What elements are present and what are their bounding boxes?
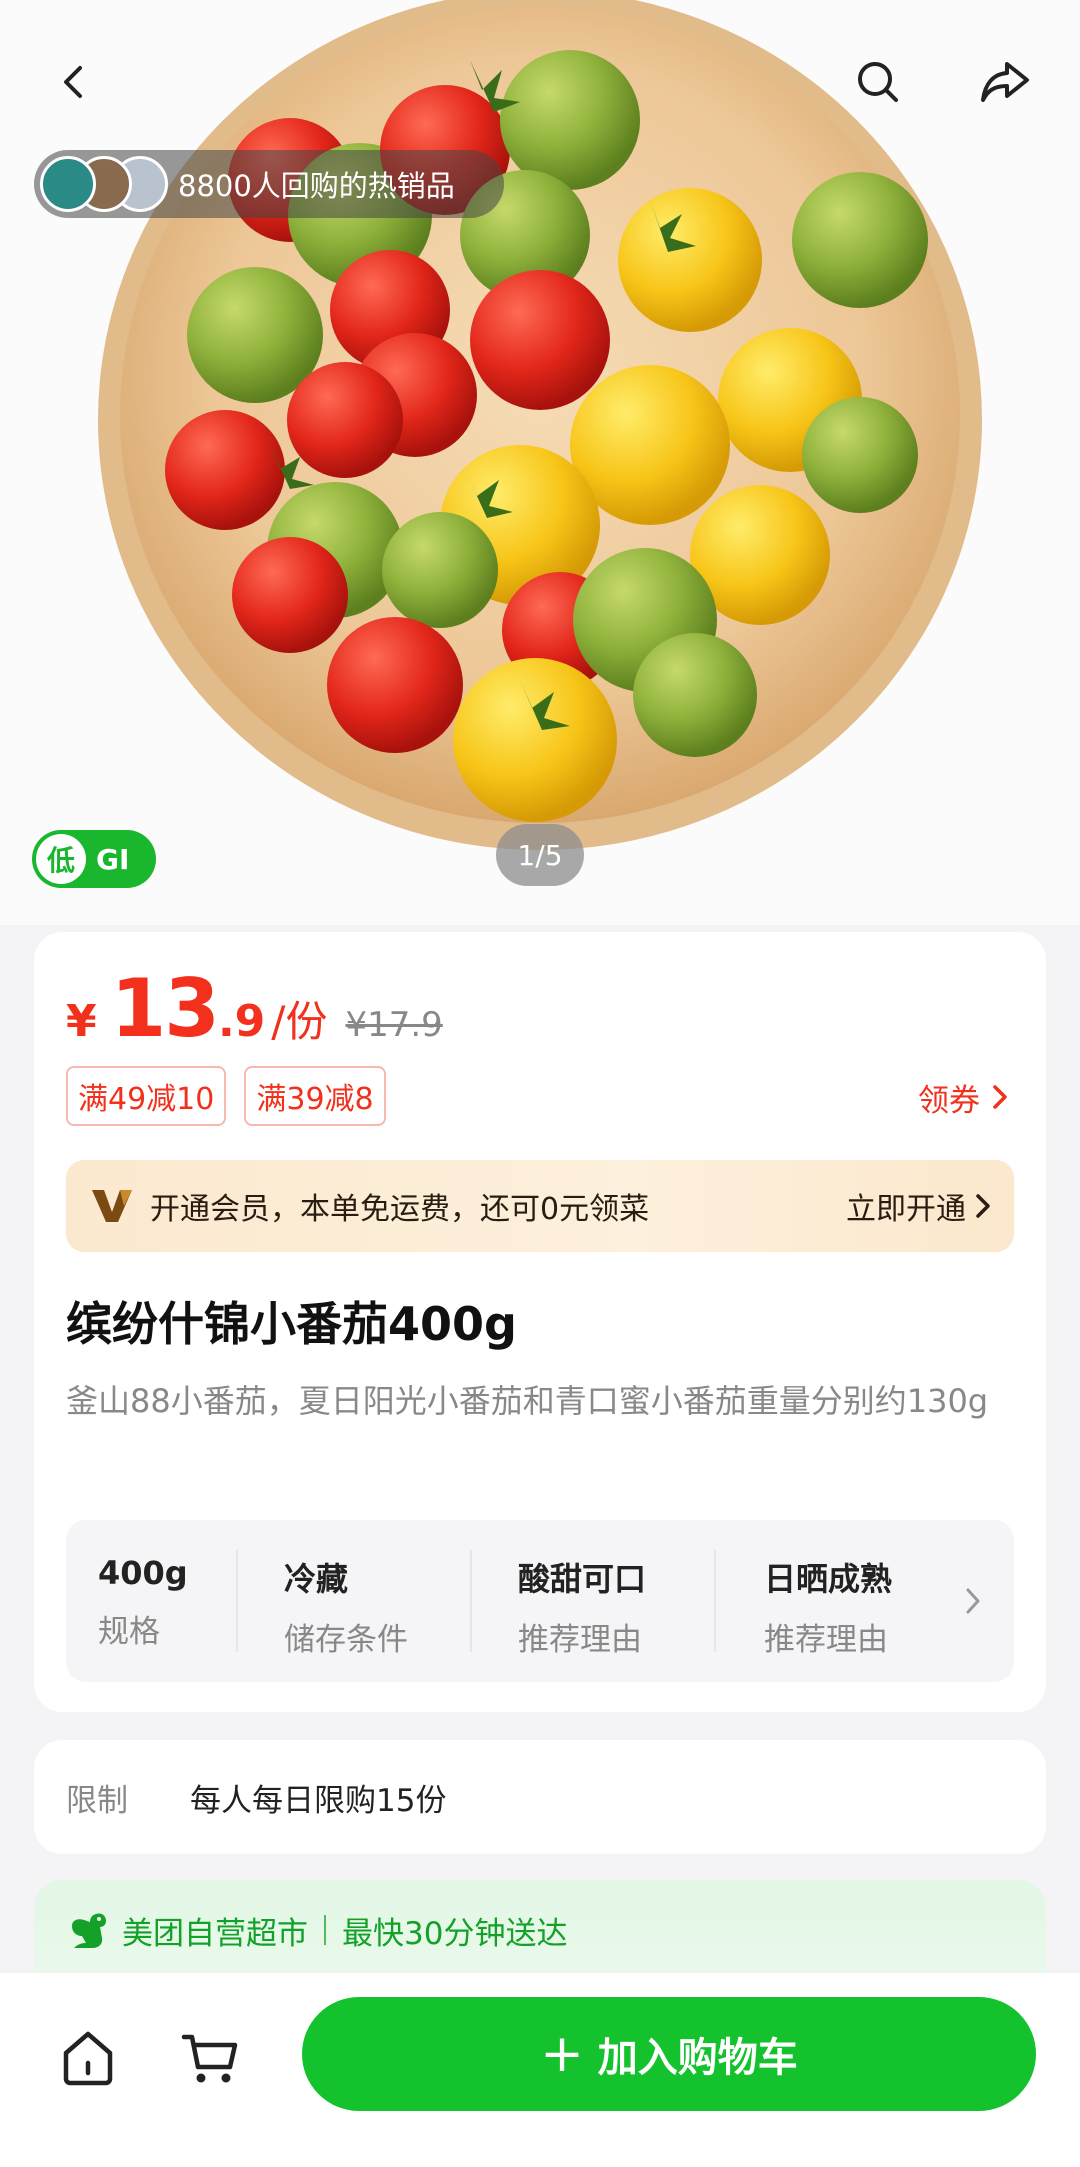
spec-item: 日晒成熟 推荐理由 — [764, 1554, 892, 1659]
plus-icon: + — [540, 2024, 584, 2084]
spec-divider — [714, 1550, 716, 1652]
spec-value: 日晒成熟 — [764, 1560, 893, 1598]
delivery-banner: 美团自营超市 最快30分钟送达 — [34, 1880, 1046, 1980]
coupon-tag[interactable]: 满39减8 — [244, 1066, 386, 1126]
repurchase-banner: 8800人回购的热销品 — [34, 150, 504, 218]
add-to-cart-label: 加入购物车 — [597, 2035, 798, 2081]
delivery-speed: 最快30分钟送达 — [342, 1915, 568, 1952]
kangaroo-icon — [72, 1913, 106, 1948]
share-button[interactable] — [973, 50, 1037, 114]
price-row: ¥ 13 .9 /份 ¥17.9 — [66, 962, 443, 1055]
chevron-right-icon — [966, 1588, 980, 1614]
image-page-indicator: 1/5 — [496, 824, 584, 886]
price-integer: 13 — [110, 962, 220, 1055]
spec-item: 400g 规格 — [98, 1554, 188, 1651]
spec-label: 规格 — [98, 1614, 160, 1650]
spec-divider — [470, 1550, 472, 1652]
add-to-cart-button[interactable]: + 加入购物车 — [302, 1997, 1036, 2111]
back-button[interactable] — [42, 50, 106, 114]
spec-value: 酸甜可口 — [518, 1560, 647, 1598]
chevron-left-icon — [64, 66, 82, 98]
spec-label: 推荐理由 — [764, 1622, 888, 1658]
cart-icon — [181, 2034, 238, 2083]
open-membership-label: 立即开通 — [846, 1192, 966, 1227]
coupon-tag[interactable]: 满49减10 — [66, 1066, 227, 1126]
home-button[interactable] — [56, 2025, 120, 2089]
price-unit: /份 — [271, 997, 328, 1046]
spec-value: 400g — [98, 1554, 188, 1592]
get-coupon-label: 领券 — [918, 1082, 980, 1119]
home-icon — [63, 2031, 113, 2086]
spec-divider — [236, 1550, 238, 1652]
delivery-separator — [324, 1915, 326, 1945]
avatar — [40, 156, 96, 212]
share-icon — [981, 62, 1029, 102]
spec-item: 酸甜可口 推荐理由 — [518, 1554, 646, 1659]
product-title: 缤纷什锦小番茄400g — [66, 1297, 517, 1351]
member-promo-bar[interactable]: 开通会员，本单免运费，还可0元领菜 立即开通 — [66, 1160, 1014, 1252]
search-icon — [858, 62, 898, 102]
search-button[interactable] — [846, 50, 910, 114]
bottom-action-bar: + 加入购物车 — [0, 1973, 1080, 2167]
delivery-store: 美团自营超市 — [122, 1915, 308, 1952]
product-info-card: ¥ 13 .9 /份 ¥17.9 满49减10 满39减8 领券 开通会员，本单… — [34, 932, 1046, 1712]
purchase-limit-card: 限制 每人每日限购15份 — [34, 1740, 1046, 1854]
chevron-right-icon — [993, 1085, 1007, 1109]
spec-value: 冷藏 — [284, 1560, 349, 1598]
low-gi-badge: 低 GI — [32, 830, 156, 888]
gi-low-label: 低 — [36, 834, 86, 884]
coupon-list: 满49减10 满39减8 — [66, 1066, 404, 1126]
price-decimal: .9 — [217, 996, 266, 1047]
limit-label: 限制 — [66, 1782, 128, 1819]
product-image-carousel[interactable]: 8800人回购的热销品 低 GI 1/5 — [0, 0, 1080, 925]
product-photo — [0, 0, 1080, 925]
product-subtitle: 釜山88小番茄，夏日阳光小番茄和青口蜜小番茄重量分别约130g — [66, 1382, 989, 1420]
cart-button[interactable] — [178, 2025, 242, 2089]
spec-item: 冷藏 储存条件 — [284, 1554, 408, 1659]
member-promo-text: 开通会员，本单免运费，还可0元领菜 — [150, 1192, 650, 1227]
spec-label: 推荐理由 — [518, 1622, 642, 1658]
get-coupon-button[interactable]: 领券 — [918, 1072, 1010, 1122]
price-currency: ¥ — [66, 996, 97, 1047]
chevron-right-icon — [976, 1194, 990, 1218]
limit-text: 每人每日限购15份 — [190, 1782, 447, 1819]
original-price: ¥17.9 — [345, 1005, 443, 1045]
member-v-icon — [92, 1190, 132, 1222]
open-membership-button[interactable]: 立即开通 — [846, 1160, 992, 1252]
spec-summary[interactable]: 400g 规格 冷藏 储存条件 酸甜可口 推荐理由 日晒成熟 推荐理由 — [66, 1520, 1014, 1682]
gi-label: GI — [96, 842, 130, 876]
repurchase-text: 8800人回购的热销品 — [178, 169, 455, 203]
spec-label: 储存条件 — [284, 1622, 408, 1658]
